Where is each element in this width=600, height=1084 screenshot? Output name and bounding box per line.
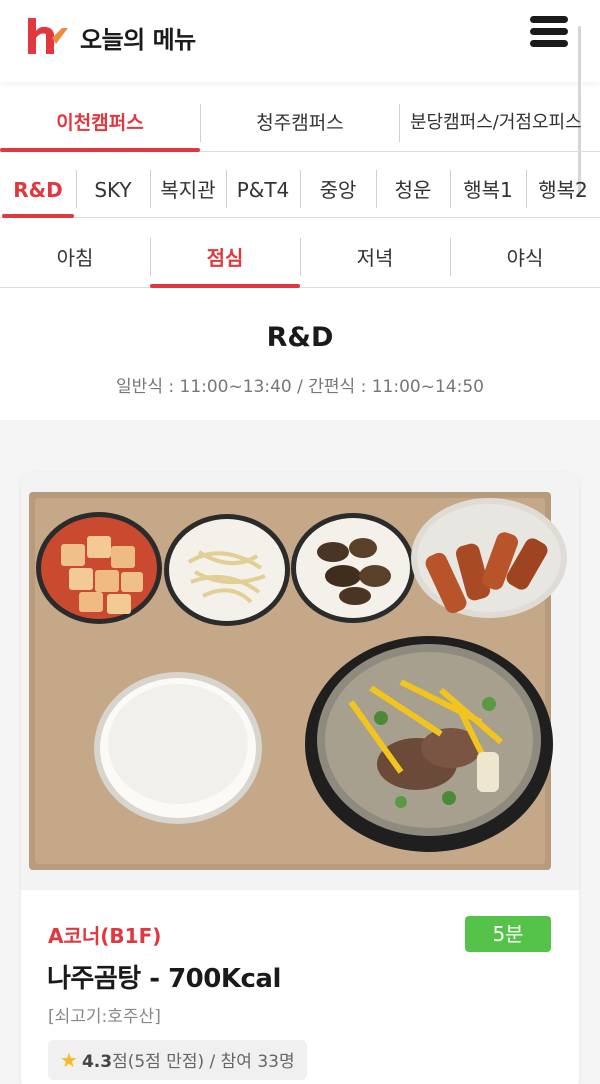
origin-info: [쇠고기:호주산] [48, 1007, 161, 1027]
campus-tabs: 이천캠퍼스 청주캠퍼스 분당캠퍼스/거점오피스 [0, 100, 600, 152]
tab-lunch[interactable]: 점심 [150, 226, 300, 288]
tab-label: 청운 [394, 178, 432, 202]
tab-label: 행복2 [538, 178, 588, 202]
tab-building-welfare[interactable]: 복지관 [150, 158, 226, 218]
tab-label: 중앙 [319, 178, 357, 202]
tab-building-central[interactable]: 중앙 [300, 158, 376, 218]
tab-icheon-campus[interactable]: 이천캠퍼스 [0, 100, 200, 152]
app-logo[interactable] [24, 14, 68, 56]
tab-label: 아침 [56, 246, 94, 270]
tab-building-pt4[interactable]: P&T4 [226, 158, 300, 218]
tab-bundang-campus[interactable]: 분당캠퍼스/거점오피스 [400, 100, 600, 152]
tab-building-sky[interactable]: SKY [76, 158, 150, 218]
cafeteria-title: R&D [266, 322, 334, 353]
tab-label: 이천캠퍼스 [56, 112, 144, 134]
tab-label: 행복1 [463, 178, 513, 202]
active-tab-indicator [2, 214, 74, 218]
tab-building-rnd[interactable]: R&D [0, 158, 76, 218]
tab-label: P&T4 [236, 178, 290, 202]
tab-label: 복지관 [160, 178, 216, 202]
tab-label: R&D [13, 178, 63, 202]
menu-card[interactable]: A코너(B1F) 5분 나주곰탕 - 700Kcal [쇠고기:호주산] ★ 4.… [21, 472, 579, 1084]
tab-late-night[interactable]: 야식 [450, 226, 600, 288]
active-tab-indicator [0, 148, 200, 152]
tab-building-happy1[interactable]: 행복1 [450, 158, 526, 218]
tab-cheongju-campus[interactable]: 청주캠퍼스 [201, 100, 399, 152]
corner-location: A코너(B1F) [48, 924, 162, 948]
tab-label: 분당캠퍼스/거점오피스 [410, 112, 582, 133]
rating-detail: 점(5점 만점) / 참여 33명 [112, 1052, 295, 1072]
cafeteria-header: R&D 일반식 : 11:00~13:40 / 간편식 : 11:00~14:5… [0, 300, 600, 418]
app-header: 오늘의 메뉴 [0, 0, 600, 82]
tab-label: 야식 [506, 246, 544, 270]
tab-dinner[interactable]: 저녁 [300, 226, 450, 288]
star-icon: ★ [60, 1048, 78, 1072]
rating-box[interactable]: ★ 4.3점(5점 만점) / 참여 33명 [48, 1040, 307, 1080]
food-photo [21, 472, 579, 890]
tab-label: 저녁 [356, 246, 394, 270]
wait-time-badge: 5분 [465, 916, 551, 952]
rating-score: 4.3 [81, 1052, 113, 1072]
tab-label: 점심 [206, 246, 244, 270]
dish-name: 나주곰탕 - 700Kcal [47, 964, 281, 994]
building-tabs: R&D SKY 복지관 P&T4 중앙 청운 행복1 행복2 [0, 158, 600, 218]
tab-breakfast[interactable]: 아침 [0, 226, 150, 288]
tab-building-happy2[interactable]: 행복2 [526, 158, 600, 218]
operating-hours: 일반식 : 11:00~13:40 / 간편식 : 11:00~14:50 [116, 377, 484, 397]
tab-label: 청주캠퍼스 [256, 112, 344, 134]
hamburger-menu-icon[interactable] [530, 16, 570, 50]
active-tab-indicator [150, 284, 300, 288]
tab-building-cheongun[interactable]: 청운 [376, 158, 450, 218]
app-title: 오늘의 메뉴 [80, 26, 196, 54]
meal-tabs: 아침 점심 저녁 야식 [0, 226, 600, 288]
tab-label: SKY [94, 178, 132, 202]
